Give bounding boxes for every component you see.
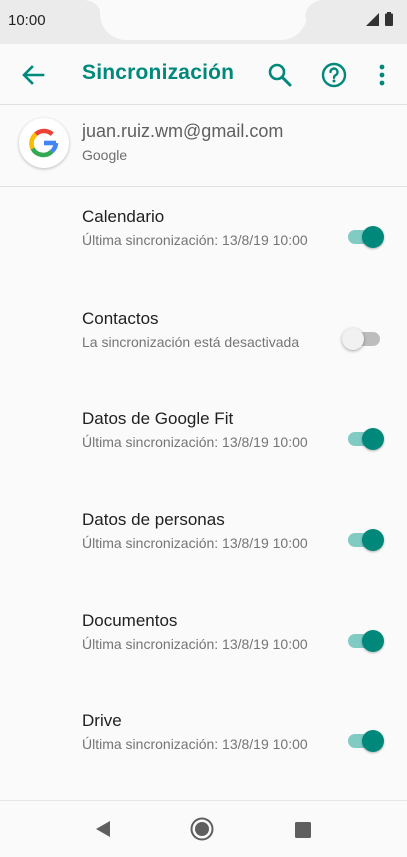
app-bar: Sincronización: [0, 44, 407, 105]
signal-icon: [366, 12, 379, 26]
page-title: Sincronización: [82, 61, 235, 84]
circle-home-icon[interactable]: [190, 817, 214, 841]
sync-toggle[interactable]: [346, 223, 386, 251]
sync-item-subtitle: Última sincronización: 13/8/19 10:00: [82, 434, 308, 450]
account-header: juan.ruiz.wm@gmail.com Google: [0, 104, 407, 187]
sync-item-subtitle: Última sincronización: 13/8/19 10:00: [82, 232, 308, 248]
status-bar: 10:00: [0, 0, 407, 44]
arrow-left-icon[interactable]: [18, 60, 48, 90]
account-provider: Google: [82, 147, 128, 163]
sync-item-drive[interactable]: Drive Última sincronización: 13/8/19 10:…: [0, 711, 407, 811]
sync-item-subtitle: Última sincronización: 13/8/19 10:00: [82, 736, 308, 752]
notch: [100, 0, 307, 40]
sync-item-subtitle: Última sincronización: 13/8/19 10:00: [82, 636, 308, 652]
google-logo-icon: [29, 128, 59, 158]
sync-item-subtitle: La sincronización está desactivada: [82, 334, 300, 350]
sync-toggle[interactable]: [346, 526, 386, 554]
status-icons: [366, 12, 393, 26]
sync-item-documentos[interactable]: Documentos Última sincronización: 13/8/1…: [0, 611, 407, 711]
sync-toggle[interactable]: [346, 727, 386, 755]
navigation-bar: [0, 800, 407, 857]
battery-icon: [385, 12, 393, 26]
sync-item-title: Documentos: [82, 611, 178, 630]
search-icon[interactable]: [266, 61, 294, 89]
google-logo-avatar: [19, 118, 69, 168]
sync-toggle[interactable]: [346, 627, 386, 655]
sync-toggle[interactable]: [342, 325, 386, 353]
sync-item-title: Contactos: [82, 309, 159, 328]
sync-item-subtitle: Última sincronización: 13/8/19 10:00: [82, 535, 308, 551]
status-time: 10:00: [8, 12, 46, 29]
sync-item-calendario[interactable]: Calendario Última sincronización: 13/8/1…: [0, 207, 407, 307]
sync-item-title: Calendario: [82, 207, 165, 226]
sync-item-datos-personas[interactable]: Datos de personas Última sincronización:…: [0, 510, 407, 610]
sync-item-title: Datos de personas: [82, 510, 225, 529]
sync-toggle[interactable]: [346, 425, 386, 453]
sync-item-title: Datos de Google Fit: [82, 409, 234, 428]
triangle-back-icon[interactable]: [93, 819, 113, 839]
account-email: juan.ruiz.wm@gmail.com: [82, 121, 284, 141]
more-vert-icon[interactable]: [372, 61, 392, 89]
notch-curve: [305, 0, 323, 18]
help-circle-icon[interactable]: [320, 61, 348, 89]
sync-item-title: Drive: [82, 711, 122, 730]
sync-item-contactos[interactable]: Contactos La sincronización está desacti…: [0, 309, 407, 409]
sync-item-google-fit[interactable]: Datos de Google Fit Última sincronizació…: [0, 409, 407, 509]
square-recent-icon[interactable]: [294, 821, 312, 839]
